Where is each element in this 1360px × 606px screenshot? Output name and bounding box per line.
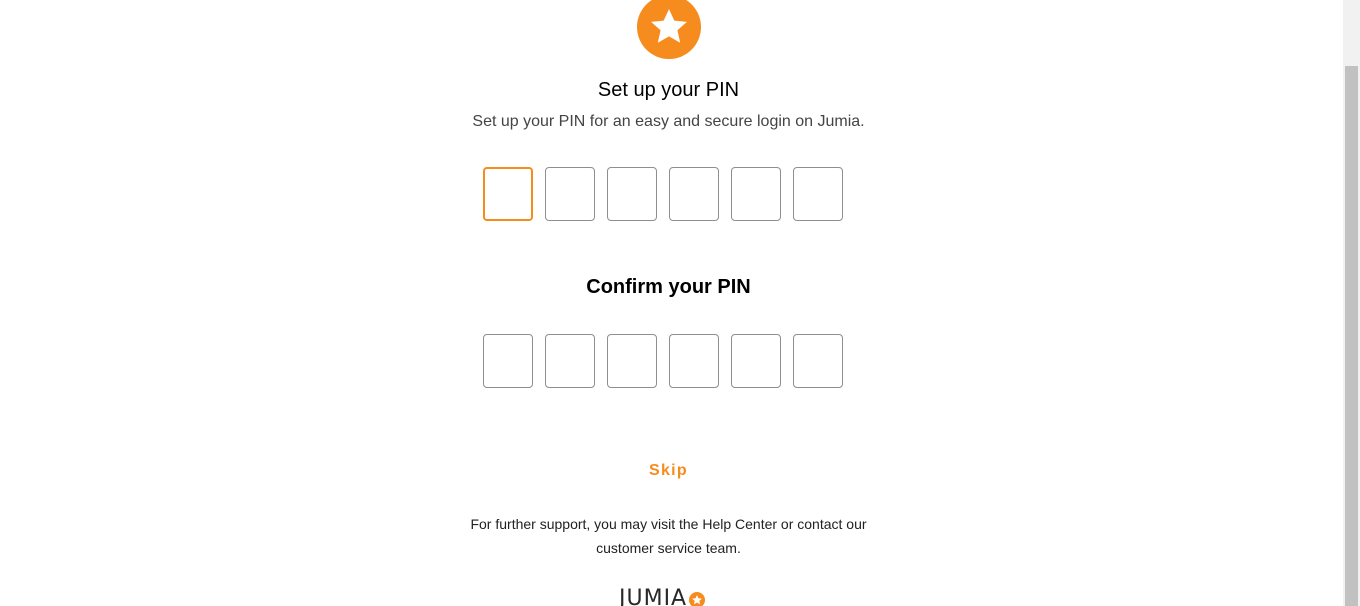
setup-pin-digit-1[interactable] [483, 167, 533, 221]
star-logo-icon [637, 0, 701, 59]
confirm-pin-digit-1[interactable] [483, 334, 533, 388]
star-icon [651, 9, 687, 43]
setup-pin-digit-4[interactable] [669, 167, 719, 221]
confirm-pin-digit-2[interactable] [545, 334, 595, 388]
skip-container: Skip [0, 462, 1337, 480]
support-line-2: customer service team. [596, 540, 741, 556]
setup-pin-title: Set up your PIN [597, 79, 740, 101]
brand-name: JUMIA [619, 586, 688, 606]
setup-pin-digit-3[interactable] [607, 167, 657, 221]
setup-pin-subtitle: Set up your PIN for an easy and secure l… [472, 113, 865, 130]
confirm-pin-digit-5[interactable] [731, 334, 781, 388]
confirm-pin-digit-6[interactable] [793, 334, 843, 388]
setup-pin-digit-5[interactable] [731, 167, 781, 221]
confirm-pin-digit-4[interactable] [669, 334, 719, 388]
pin-setup-page: Set up your PIN Set up your PIN for an e… [0, 0, 1343, 606]
jumia-logo: JUMIA [619, 586, 706, 606]
confirm-pin-digit-3[interactable] [607, 334, 657, 388]
vertical-scrollbar[interactable] [1343, 0, 1360, 606]
brand-star-icon [689, 591, 706, 606]
support-text: For further support, you may visit the H… [0, 512, 1337, 560]
setup-pin-digit-6[interactable] [793, 167, 843, 221]
setup-pin-inputs [483, 167, 843, 221]
support-line-1: For further support, you may visit the H… [470, 516, 867, 532]
scrollbar-thumb[interactable] [1345, 66, 1358, 606]
confirm-pin-title: Confirm your PIN [586, 276, 751, 298]
confirm-pin-inputs [483, 334, 843, 388]
skip-button[interactable]: Skip [649, 462, 688, 479]
setup-pin-digit-2[interactable] [545, 167, 595, 221]
